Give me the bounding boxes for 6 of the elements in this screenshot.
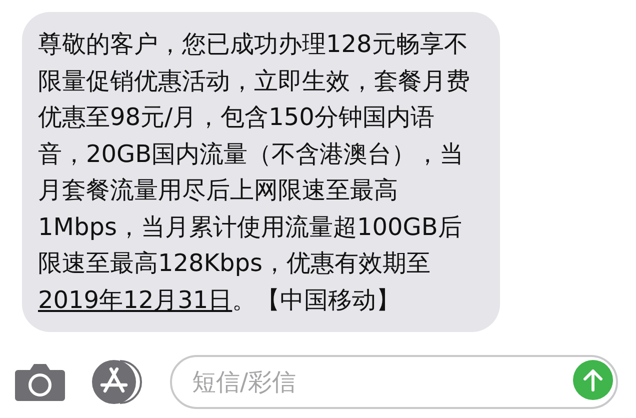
message-input-field[interactable]: 短信/彩信 xyxy=(170,355,618,409)
date-link[interactable]: 2019年12月31日 xyxy=(38,286,232,314)
message-text: 尊敬的客户，您已成功办理128元畅享不限量促销优惠活动，立即生效，套餐月费优惠至98元/月，包含150分钟国内语音，20GB国内流量（不含港澳台），当月套餐流量用尽后上网限速至最高1Mbps，当月累计使用流量超100GB后限速至最高128Kbps，优惠有效期至 2019年12月31日。【中国移动】 xyxy=(38,29,471,316)
send-button[interactable] xyxy=(573,360,613,400)
camera-icon[interactable] xyxy=(14,362,66,402)
arrow-up-icon xyxy=(583,368,603,392)
